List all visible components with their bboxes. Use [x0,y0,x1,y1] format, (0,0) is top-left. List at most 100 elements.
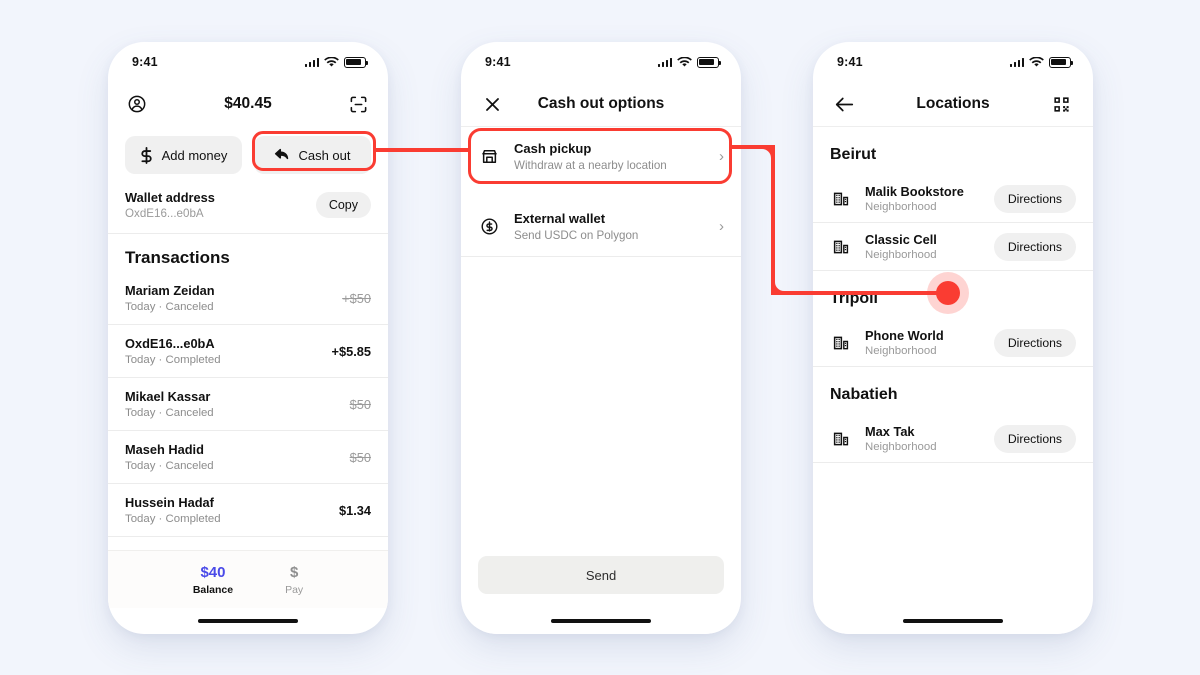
directions-button[interactable]: Directions [993,328,1076,357]
page-title: Locations [916,95,990,112]
chevron-right-icon: › [719,148,724,165]
building-store-icon [830,428,852,450]
wifi-icon [1029,56,1044,67]
transaction-amount: $50 [349,449,371,465]
transaction-meta: Today · Canceled [125,460,214,472]
list-item[interactable]: Phone World Neighborhood Directions [813,319,1093,367]
status-icons [304,56,369,68]
locations-body[interactable]: Beirut Malik Bookstore Neighborhood Dire… [813,126,1093,634]
cash-pickup-option[interactable]: Cash pickup Withdraw at a nearby locatio… [461,127,741,186]
transaction-meta: Today · Completed [125,354,221,366]
storefront-icon [478,146,500,168]
wifi-icon [677,56,692,67]
cash-pickup-subtitle: Withdraw at a nearby location [514,159,667,172]
tab-balance-label: Balance [192,583,234,596]
cash-out-label: Cash out [298,147,351,163]
location-area: Neighborhood [865,201,937,213]
table-row[interactable]: Hussein Hadaf Today · Completed $1.34 [108,484,388,537]
transactions-heading: Transactions [125,248,230,267]
cash-pickup-title: Cash pickup [514,141,592,156]
transaction-name: OxdE16...e0bA [125,336,215,351]
home-indicator [813,608,1093,634]
table-row[interactable]: Dana Helou Today · Completed $50 [108,537,388,550]
location-name: Classic Cell [865,232,937,247]
building-store-icon [830,188,852,210]
wallet-action-buttons: Add money Cash out [108,126,388,174]
add-money-label: Add money [161,147,228,163]
wallet-body: Add money Cash out Wallet address OxdE16… [108,126,388,634]
list-item[interactable]: Malik Bookstore Neighborhood Directions [813,175,1093,223]
cashout-navbar: Cash out options [461,82,741,126]
send-button[interactable]: Send [478,556,724,594]
wallet-address-label: Wallet address [125,190,215,205]
external-wallet-option[interactable]: External wallet Send USDC on Polygon › [461,197,741,257]
connector-phone2-segment-down [770,147,775,293]
table-row[interactable]: Mikael Kassar Today · Canceled $50 [108,378,388,431]
add-money-button[interactable]: Add money [125,136,242,174]
cellular-bars-icon [1009,57,1024,67]
tab-pay-label: Pay [285,583,304,596]
wallet-address-text: Wallet address OxdE16...e0bA [125,190,215,220]
cellular-bars-icon [657,57,672,67]
external-wallet-subtitle: Send USDC on Polygon [514,229,639,242]
directions-button[interactable]: Directions [993,424,1076,453]
marker-dot [936,281,960,305]
wallet-balance-title: $40.45 [224,95,272,112]
wallet-address-row: Wallet address OxdE16...e0bA Copy [108,174,388,234]
connector-phone3-segment-right [770,290,949,295]
phone-screen-cashout-options: 9:41 Cash out options Cash pickup Withdr… [461,42,741,634]
table-row[interactable]: OxdE16...e0bA Today · Completed +$5.85 [108,325,388,378]
status-time: 9:41 [132,55,158,69]
connector-phone1-to-phone2 [374,147,470,152]
home-indicator [108,608,388,634]
navbar-spacer [698,92,722,116]
location-text: Classic Cell Neighborhood [865,232,981,261]
location-area: Neighborhood [865,249,937,261]
location-name: Max Tak [865,424,915,439]
section-header-city: Nabatieh [830,386,898,403]
table-row[interactable]: Maseh Hadid Today · Canceled $50 [108,431,388,484]
battery-icon [1049,56,1074,68]
transaction-amount: +$5.85 [331,343,372,359]
home-indicator [461,608,741,634]
battery-icon [344,56,369,68]
cashout-options-body: Cash pickup Withdraw at a nearby locatio… [461,126,741,634]
location-target-marker [927,272,969,314]
directions-button[interactable]: Directions [993,232,1076,261]
tab-pay-value: $ [289,563,299,581]
transaction-name: Hussein Hadaf [125,495,214,510]
status-icons [657,56,722,68]
cash-out-button[interactable]: Cash out [254,136,371,174]
location-area: Neighborhood [865,345,937,357]
wallet-navbar: $40.45 [108,82,388,126]
scan-viewfinder-icon[interactable] [347,92,371,116]
table-row[interactable]: Mariam Zeidan Today · Canceled +$50 [108,272,388,325]
copy-address-button[interactable]: Copy [315,192,371,218]
dollar-sign-icon [140,146,153,164]
tab-pay[interactable]: $ Pay [285,564,303,596]
transaction-amount: +$50 [342,290,371,306]
wifi-icon [324,56,339,67]
transaction-amount: $1.34 [338,502,371,518]
list-item[interactable]: Classic Cell Neighborhood Directions [813,223,1093,271]
arrow-left-icon[interactable] [832,92,856,116]
directions-button[interactable]: Directions [993,184,1076,213]
transaction-name: Maseh Hadid [125,442,204,457]
transaction-name: Mariam Zeidan [125,283,215,298]
external-wallet-title: External wallet [514,211,606,226]
building-store-icon [830,332,852,354]
transaction-meta: Today · Canceled [125,301,214,313]
location-area: Neighborhood [865,441,937,453]
status-time: 9:41 [485,55,511,69]
tab-balance[interactable]: $40 Balance [193,564,233,596]
list-item[interactable]: Max Tak Neighborhood Directions [813,415,1093,463]
account-circle-icon[interactable] [125,92,149,116]
wallet-address-value: OxdE16...e0bA [125,207,204,220]
transactions-list[interactable]: Mariam Zeidan Today · Canceled +$50 OxdE… [108,272,388,550]
page-title: Cash out options [537,95,665,112]
qr-code-icon[interactable] [1050,92,1074,116]
status-time: 9:41 [837,55,863,69]
close-x-icon[interactable] [480,92,504,116]
